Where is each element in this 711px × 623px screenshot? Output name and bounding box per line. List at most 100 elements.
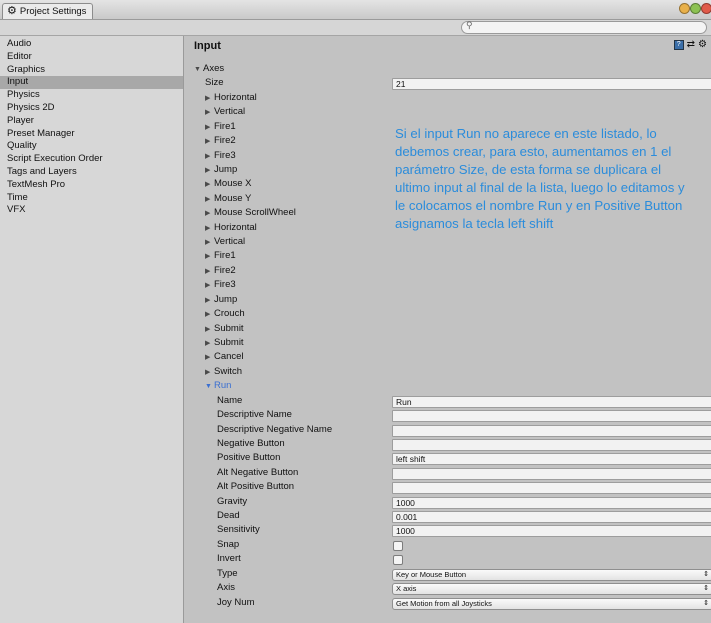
sidebar-item-audio[interactable]: Audio [0,38,183,51]
name-field[interactable]: Run [392,395,711,408]
axis-dropdown[interactable]: X axis ⇕ [392,583,711,596]
alt-positive-button-field[interactable] [392,482,711,495]
expand-arrow-icon[interactable]: ▶ [205,121,214,135]
axis-item[interactable]: ▶ Mouse ScrollWheel [205,206,296,220]
axis-item-label: Mouse Y [214,192,252,204]
axis-item[interactable]: ▶ Mouse Y [205,192,251,206]
run-field-row: Alt Negative Button [217,466,298,480]
sidebar-item-physics-2d[interactable]: Physics 2D [0,102,183,115]
collapse-arrow-icon[interactable]: ▼ [194,63,203,77]
expand-arrow-icon[interactable]: ▶ [205,294,214,308]
run-field-label: Descriptive Name [217,409,292,421]
dead-field[interactable]: 0.001 [392,511,711,524]
type-value: Key or Mouse Button [396,569,467,579]
expand-arrow-icon[interactable]: ▶ [205,366,214,380]
expand-arrow-icon[interactable]: ▶ [205,308,214,322]
axis-item[interactable]: ▶ Fire1 [205,120,236,134]
sidebar-item-vfx[interactable]: VFX [0,204,183,217]
run-field-row: Descriptive Negative Name [217,423,332,437]
expand-arrow-icon[interactable]: ▶ [205,222,214,236]
collapse-arrow-icon[interactable]: ▼ [205,380,214,394]
expand-arrow-icon[interactable]: ▶ [205,150,214,164]
expand-arrow-icon[interactable]: ▶ [205,236,214,250]
invert-checkbox[interactable] [393,555,403,566]
axis-item[interactable]: ▶ Fire2 [205,134,236,148]
axis-item[interactable]: ▶ Horizontal [205,221,257,235]
axis-item-label: Mouse X [214,178,252,190]
positive-button-field[interactable]: left shift [392,453,711,466]
axis-item[interactable]: ▶ Fire2 [205,264,236,278]
descriptive-name-field[interactable] [392,410,711,423]
axis-item[interactable]: ▶ Jump [205,293,237,307]
gravity-field[interactable]: 1000 [392,496,711,509]
expand-arrow-icon[interactable]: ▶ [205,135,214,149]
axis-item[interactable]: ▶ Jump [205,163,237,177]
expand-arrow-icon[interactable]: ▶ [205,323,214,337]
expand-arrow-icon[interactable]: ▶ [205,265,214,279]
title-bar: ⚙ Project Settings [0,0,711,20]
expand-arrow-icon[interactable]: ▶ [205,92,214,106]
invert-row: Invert [217,552,241,566]
sidebar-item-script-execution-order[interactable]: Script Execution Order [0,153,183,166]
axis-item-label: Fire3 [214,149,236,161]
sidebar-item-physics[interactable]: Physics [0,89,183,102]
axis-item-label: Submit [214,322,244,334]
size-field[interactable]: 21 [392,78,711,91]
sidebar-item-graphics[interactable]: Graphics [0,64,183,77]
axis-item[interactable]: ▶ Vertical [205,235,245,249]
axis-item[interactable]: ▶ Fire3 [205,278,236,292]
expand-arrow-icon[interactable]: ▶ [205,351,214,365]
zoom-button[interactable] [690,3,701,14]
sidebar-item-tags-and-layers[interactable]: Tags and Layers [0,166,183,179]
sidebar-item-time[interactable]: Time [0,192,183,205]
sidebar-item-player[interactable]: Player [0,115,183,128]
run-field-label: Positive Button [217,452,281,464]
axis-item[interactable]: ▶ Submit [205,336,244,350]
type-dropdown[interactable]: Key or Mouse Button ⇕ [392,568,711,581]
project-settings-tab[interactable]: ⚙ Project Settings [2,3,94,19]
expand-arrow-icon[interactable]: ▶ [205,193,214,207]
axis-item[interactable]: ▶ Submit [205,322,244,336]
sidebar-item-textmesh-pro[interactable]: TextMesh Pro [0,179,183,192]
axes-foldout[interactable]: ▼ Axes [194,62,224,76]
joy-num-dropdown[interactable]: Get Motion from all Joysticks ⇕ [392,597,711,610]
expand-arrow-icon[interactable]: ▶ [205,164,214,178]
descriptive-negative-name-field[interactable] [392,424,711,437]
axis-item[interactable]: ▶ Mouse X [205,177,252,191]
axis-item-label: Horizontal [214,91,257,103]
expand-arrow-icon[interactable]: ▶ [205,178,214,192]
sidebar-item-editor[interactable]: Editor [0,51,183,64]
header-icons: ? ⇄ ⚙ [673,40,707,50]
alt-negative-button-field[interactable] [392,467,711,480]
run-field-label: Name [217,394,243,406]
expand-arrow-icon[interactable]: ▶ [205,106,214,120]
sidebar-item-preset-manager[interactable]: Preset Manager [0,128,183,141]
settings-icon[interactable]: ⚙ [698,40,707,50]
search-input[interactable]: ⚲ [461,20,707,34]
expand-arrow-icon[interactable]: ▶ [205,250,214,264]
axis-item-run[interactable]: ▼ Run [205,379,231,393]
run-field-label: Gravity [217,495,248,507]
axis-item[interactable]: ▶ Horizontal [205,91,257,105]
axis-item[interactable]: ▶ Cancel [205,350,244,364]
minimize-button[interactable] [679,3,690,14]
axis-item[interactable]: ▶ Fire1 [205,249,236,263]
negative-button-field[interactable] [392,438,711,451]
help-icon[interactable]: ? [673,40,684,50]
expand-arrow-icon[interactable]: ▶ [205,279,214,293]
axis-item[interactable]: ▶ Fire3 [205,149,236,163]
preset-icon[interactable]: ⇄ [687,40,695,50]
sensitivity-field[interactable]: 1000 [392,525,711,538]
snap-checkbox[interactable] [393,540,403,551]
axis-item[interactable]: ▶ Switch [205,365,242,379]
axis-value: X axis [396,584,417,594]
axis-item[interactable]: ▶ Vertical [205,105,245,119]
close-button[interactable] [701,3,711,14]
sidebar-item-quality[interactable]: Quality [0,140,183,153]
size-row: Size [205,76,223,90]
type-row: Type [217,567,238,581]
sidebar-item-input[interactable]: Input [0,76,183,90]
axis-item[interactable]: ▶ Crouch [205,307,245,321]
expand-arrow-icon[interactable]: ▶ [205,337,214,351]
expand-arrow-icon[interactable]: ▶ [205,207,214,221]
